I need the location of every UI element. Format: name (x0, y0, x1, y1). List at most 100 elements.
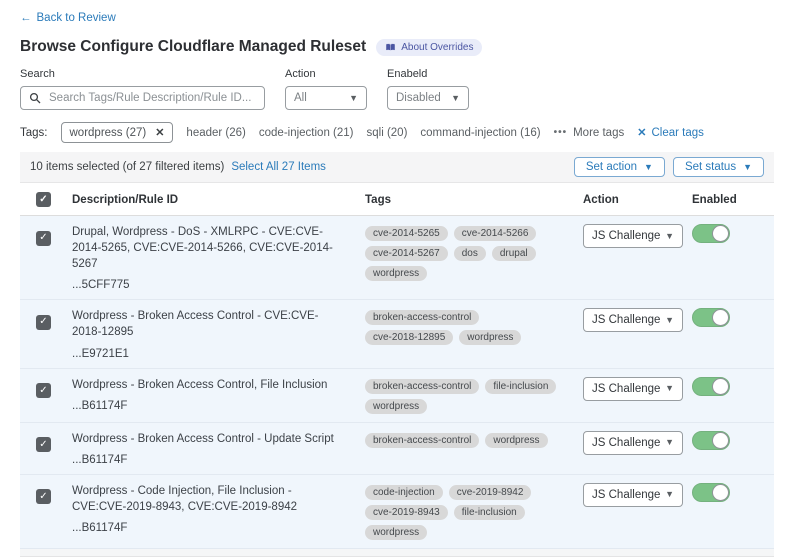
row-checkbox[interactable]: ✓ (36, 489, 51, 504)
search-input[interactable] (47, 91, 256, 105)
column-header-enabled: Enabled (692, 194, 774, 206)
about-overrides-label: About Overrides (401, 42, 473, 53)
select-all-checkbox[interactable]: ✓ (36, 192, 51, 207)
set-status-label: Set status (685, 161, 736, 173)
row-action-select[interactable]: JS Challenge ▼ (583, 224, 683, 248)
selected-tag-chip[interactable]: wordpress (27) ✕ (61, 122, 174, 143)
row-action-select[interactable]: JS Challenge ▼ (583, 377, 683, 401)
tag-pill: cve-2018-12895 (365, 330, 453, 345)
page: ← Back to Review Browse Configure Cloudf… (0, 0, 794, 557)
tag-pill: cve-2014-5267 (365, 246, 448, 261)
toggle-knob (712, 378, 729, 395)
search-filter: Search (20, 68, 265, 110)
tag-pill: code-injection (365, 485, 443, 500)
tag-pill: dos (454, 246, 486, 261)
page-title: Browse Configure Cloudflare Managed Rule… (20, 38, 366, 56)
toggle-knob (712, 309, 729, 326)
check-icon: ✓ (39, 195, 47, 205)
ellipsis-icon: ••• (554, 127, 568, 138)
tag-filter[interactable]: code-injection (21) (259, 127, 354, 139)
available-tags: header (26) code-injection (21) sqli (20) c… (186, 127, 540, 139)
table-row: ✓ Drupal, Wordpress - DoS - XMLRPC - CVE… (20, 216, 774, 300)
clear-tags-icon: ✕ (637, 126, 646, 139)
check-icon: ✓ (39, 233, 47, 243)
row-tags: broken-access-controlcve-2018-12895wordp… (365, 308, 583, 347)
row-checkbox[interactable]: ✓ (36, 231, 51, 246)
row-description: Wordpress - Broken Access Control, File … (72, 377, 347, 393)
row-description: Drupal, Wordpress - DoS - XMLRPC - CVE:C… (72, 224, 347, 272)
chevron-down-icon: ▼ (665, 438, 674, 447)
book-icon (385, 43, 396, 52)
tag-pill: wordpress (485, 433, 547, 448)
toggle-knob (712, 484, 729, 501)
tag-pill: wordpress (459, 330, 521, 345)
tag-pill: cve-2014-5265 (365, 226, 448, 241)
row-action-select[interactable]: JS Challenge ▼ (583, 483, 683, 507)
row-rule-id: ...B61174F (72, 520, 347, 536)
enabled-toggle[interactable] (692, 377, 730, 396)
enabled-toggle[interactable] (692, 431, 730, 450)
row-tags: broken-access-controlwordpress (365, 431, 583, 450)
tag-pill: cve-2014-5266 (454, 226, 537, 241)
check-icon: ✓ (39, 386, 47, 396)
tag-filter[interactable]: command-injection (16) (420, 127, 540, 139)
chevron-down-icon: ▼ (665, 316, 674, 325)
column-header-tags: Tags (365, 194, 583, 206)
tag-pill: drupal (492, 246, 536, 261)
row-action-select[interactable]: JS Challenge ▼ (583, 431, 683, 455)
row-description: Wordpress - Broken Access Control - CVE:… (72, 308, 347, 340)
back-to-review-link[interactable]: ← Back to Review (20, 12, 116, 24)
check-icon: ✓ (39, 492, 47, 502)
row-rule-id: ...B61174F (72, 452, 347, 468)
row-checkbox[interactable]: ✓ (36, 315, 51, 330)
chevron-down-icon: ▼ (349, 94, 358, 103)
row-checkbox[interactable]: ✓ (36, 383, 51, 398)
action-filter-select[interactable]: All ▼ (285, 86, 367, 110)
table-row: ✓ Wordpress - Code Injection, File Inclu… (20, 475, 774, 549)
row-rule-id: ...B61174F (72, 398, 347, 414)
clear-tags-button[interactable]: ✕ Clear tags (637, 126, 704, 139)
set-status-button[interactable]: Set status ▼ (673, 157, 764, 177)
tag-pill: file-inclusion (485, 379, 556, 394)
row-tags: code-injectioncve-2019-8942cve-2019-8943… (365, 483, 583, 542)
enabled-filter-select[interactable]: Disabled ▼ (387, 86, 469, 110)
table-row: ✓ Wordpress - Broken Access Control - CV… (20, 300, 774, 368)
row-tags: broken-access-controlfile-inclusionwordp… (365, 377, 583, 416)
row-description: Wordpress - Code Injection, File Inclusi… (72, 483, 347, 515)
tag-filter[interactable]: header (26) (186, 127, 245, 139)
set-action-button[interactable]: Set action ▼ (574, 157, 665, 177)
selected-tag-label: wordpress (27) (70, 127, 147, 139)
table-header-row: ✓ Description/Rule ID Tags Action Enable… (20, 183, 774, 216)
enabled-toggle[interactable] (692, 308, 730, 327)
set-action-label: Set action (586, 161, 637, 173)
search-input-wrapper (20, 86, 265, 110)
tag-pill: file-inclusion (454, 505, 525, 520)
row-tags: cve-2014-5265 cve-2014-5266 cve-2014-5267 d… (365, 224, 583, 283)
tag-pill: wordpress (365, 399, 427, 414)
tag-filter[interactable]: sqli (20) (367, 127, 408, 139)
about-overrides-badge[interactable]: About Overrides (376, 39, 482, 56)
row-action-value: JS Challenge (592, 314, 660, 326)
toggle-knob (712, 225, 729, 242)
rules-table: 10 items selected (of 27 filtered items)… (20, 152, 774, 557)
column-header-action: Action (583, 194, 692, 206)
enabled-toggle[interactable] (692, 483, 730, 502)
back-arrow-icon: ← (20, 12, 32, 24)
selection-summary: 10 items selected (of 27 filtered items) (30, 161, 224, 173)
clear-tags-label: Clear tags (651, 127, 703, 139)
row-action-select[interactable]: JS Challenge ▼ (583, 308, 683, 332)
chevron-down-icon: ▼ (665, 384, 674, 393)
row-checkbox[interactable]: ✓ (36, 437, 51, 452)
row-description: Wordpress - Broken Access Control - Upda… (72, 431, 347, 447)
action-filter: Action All ▼ (285, 68, 367, 110)
remove-tag-icon[interactable]: ✕ (155, 126, 164, 139)
tag-pill: cve-2019-8943 (365, 505, 448, 520)
more-tags-button[interactable]: ••• More tags (554, 127, 625, 139)
more-tags-label: More tags (573, 127, 624, 139)
enabled-toggle[interactable] (692, 224, 730, 243)
chevron-down-icon: ▼ (665, 232, 674, 241)
select-all-link[interactable]: Select All 27 Items (231, 161, 326, 173)
filters-row: Search Action All ▼ Enabeld Disabled ▼ (20, 68, 774, 110)
tags-bar: Tags: wordpress (27) ✕ header (26)code-i… (20, 122, 774, 143)
table-row: ✓ Wordpress - Broken Access Control, Fil… (20, 369, 774, 423)
